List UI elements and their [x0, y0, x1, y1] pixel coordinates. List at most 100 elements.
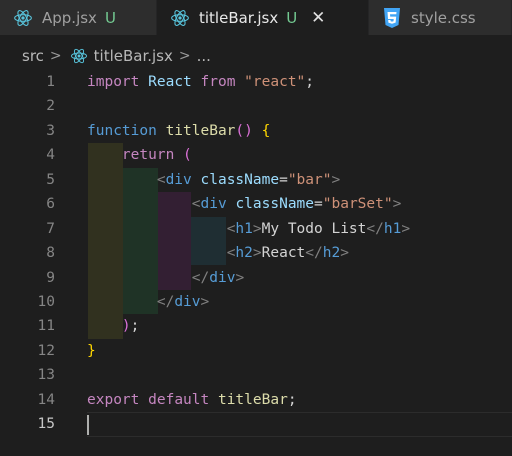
- tab-titlebar-jsx[interactable]: titleBar.jsx U ✕: [157, 0, 369, 35]
- css-icon: [381, 7, 403, 29]
- code-line: return (: [87, 143, 512, 167]
- code-token: h2: [322, 245, 341, 262]
- code-token: >: [252, 245, 262, 262]
- code-token: </: [366, 220, 384, 237]
- line-number: 13: [37, 367, 55, 384]
- code-line: function titleBar() {: [87, 119, 512, 143]
- code-token: React: [148, 74, 192, 90]
- code-token: className: [200, 171, 280, 188]
- code-token: function: [87, 122, 157, 139]
- code-token: My Todo List: [261, 220, 367, 237]
- line-number-current: 15: [37, 416, 55, 433]
- code-token: >: [200, 293, 210, 310]
- tab-app-jsx[interactable]: App.jsx U: [0, 0, 157, 35]
- code-token: "barSet": [322, 196, 393, 213]
- breadcrumb-file[interactable]: titleBar.jsx: [94, 47, 173, 65]
- code-editor[interactable]: 1 2 3 4 5 6 7 8 9 10 11 12 13 14 15 impo…: [0, 70, 512, 456]
- git-status-badge: U: [104, 8, 116, 27]
- code-token: <: [156, 171, 166, 188]
- code-token: "react": [244, 74, 306, 90]
- code-token: ;: [305, 74, 315, 90]
- code-token: div: [209, 269, 236, 286]
- code-line: </div>: [87, 266, 512, 290]
- line-number: 14: [37, 391, 55, 408]
- line-number: 12: [37, 342, 55, 359]
- code-line: );: [87, 314, 512, 338]
- line-number: 3: [46, 122, 55, 139]
- code-token: titleBar: [217, 391, 288, 408]
- code-token: div: [165, 171, 192, 188]
- code-token: >: [331, 171, 341, 188]
- code-token: >: [401, 220, 411, 237]
- line-number-gutter: 1 2 3 4 5 6 7 8 9 10 11 12 13 14 15: [0, 70, 55, 437]
- code-token: </: [191, 269, 210, 286]
- code-token: export: [87, 391, 140, 408]
- code-token: div: [174, 293, 201, 310]
- code-token: >: [340, 245, 349, 262]
- code-token: "bar": [287, 171, 332, 188]
- code-token: (: [183, 147, 192, 164]
- code-token: (): [235, 122, 253, 139]
- code-token: <: [191, 196, 201, 213]
- code-line: }: [87, 339, 512, 363]
- react-icon: [12, 7, 34, 29]
- code-line: <div className="bar">: [87, 168, 512, 192]
- tab-label: style.css: [411, 8, 476, 27]
- code-token: }: [87, 342, 96, 359]
- code-token: =: [279, 171, 288, 188]
- breadcrumb-folder[interactable]: src: [22, 47, 44, 65]
- code-token: >: [252, 220, 262, 237]
- code-token: h2: [235, 245, 253, 262]
- code-token: >: [235, 269, 245, 286]
- tab-label: titleBar.jsx: [199, 8, 279, 27]
- code-token: >: [392, 196, 402, 213]
- code-line-current[interactable]: [87, 412, 512, 437]
- code-token: className: [235, 196, 315, 213]
- code-line: import React from "react";: [87, 70, 512, 94]
- code-token: </: [156, 293, 175, 310]
- code-line: <h2>React</h2>: [87, 241, 512, 265]
- code-token: from: [200, 74, 236, 90]
- line-number: 4: [46, 147, 55, 164]
- line-number: 7: [46, 220, 55, 237]
- code-token: titleBar: [165, 122, 236, 139]
- code-token: return: [121, 147, 175, 164]
- chevron-right-icon: >: [49, 48, 62, 64]
- code-token: import: [87, 74, 140, 90]
- line-number: 10: [37, 293, 55, 310]
- git-status-badge: U: [286, 8, 298, 27]
- code-line: <div className="barSet">: [87, 192, 512, 216]
- code-token: ;: [130, 318, 140, 335]
- code-line: export default titleBar;: [87, 388, 512, 412]
- line-number: 6: [46, 196, 55, 213]
- text-cursor: [87, 415, 89, 436]
- tab-bar: App.jsx U titleBar.jsx U ✕ style.css: [0, 0, 512, 36]
- code-line: </div>: [87, 290, 512, 314]
- code-line: <h1>My Todo List</h1>: [87, 217, 512, 241]
- breadcrumb-more[interactable]: ...: [197, 47, 211, 65]
- tab-style-css[interactable]: style.css: [369, 0, 512, 35]
- code-token: ): [121, 318, 131, 335]
- react-icon: [70, 47, 88, 65]
- code-token: h1: [383, 220, 402, 237]
- code-token: default: [148, 391, 210, 408]
- line-number: 9: [46, 269, 55, 286]
- code-area[interactable]: import React from "react"; function titl…: [87, 70, 512, 437]
- line-number: 2: [46, 98, 55, 115]
- chevron-right-icon: >: [178, 48, 191, 64]
- code-token: div: [200, 196, 227, 213]
- code-token: </: [305, 245, 323, 262]
- line-number: 1: [46, 74, 55, 90]
- line-number: 8: [46, 245, 55, 262]
- code-token: ;: [287, 391, 297, 408]
- code-token: h1: [235, 220, 253, 237]
- close-icon[interactable]: ✕: [309, 8, 327, 28]
- tab-label: App.jsx: [42, 8, 97, 27]
- react-icon: [169, 7, 191, 29]
- line-number: 11: [37, 318, 55, 335]
- code-token: React: [261, 245, 306, 262]
- code-token: {: [261, 122, 271, 139]
- code-token: =: [314, 196, 323, 213]
